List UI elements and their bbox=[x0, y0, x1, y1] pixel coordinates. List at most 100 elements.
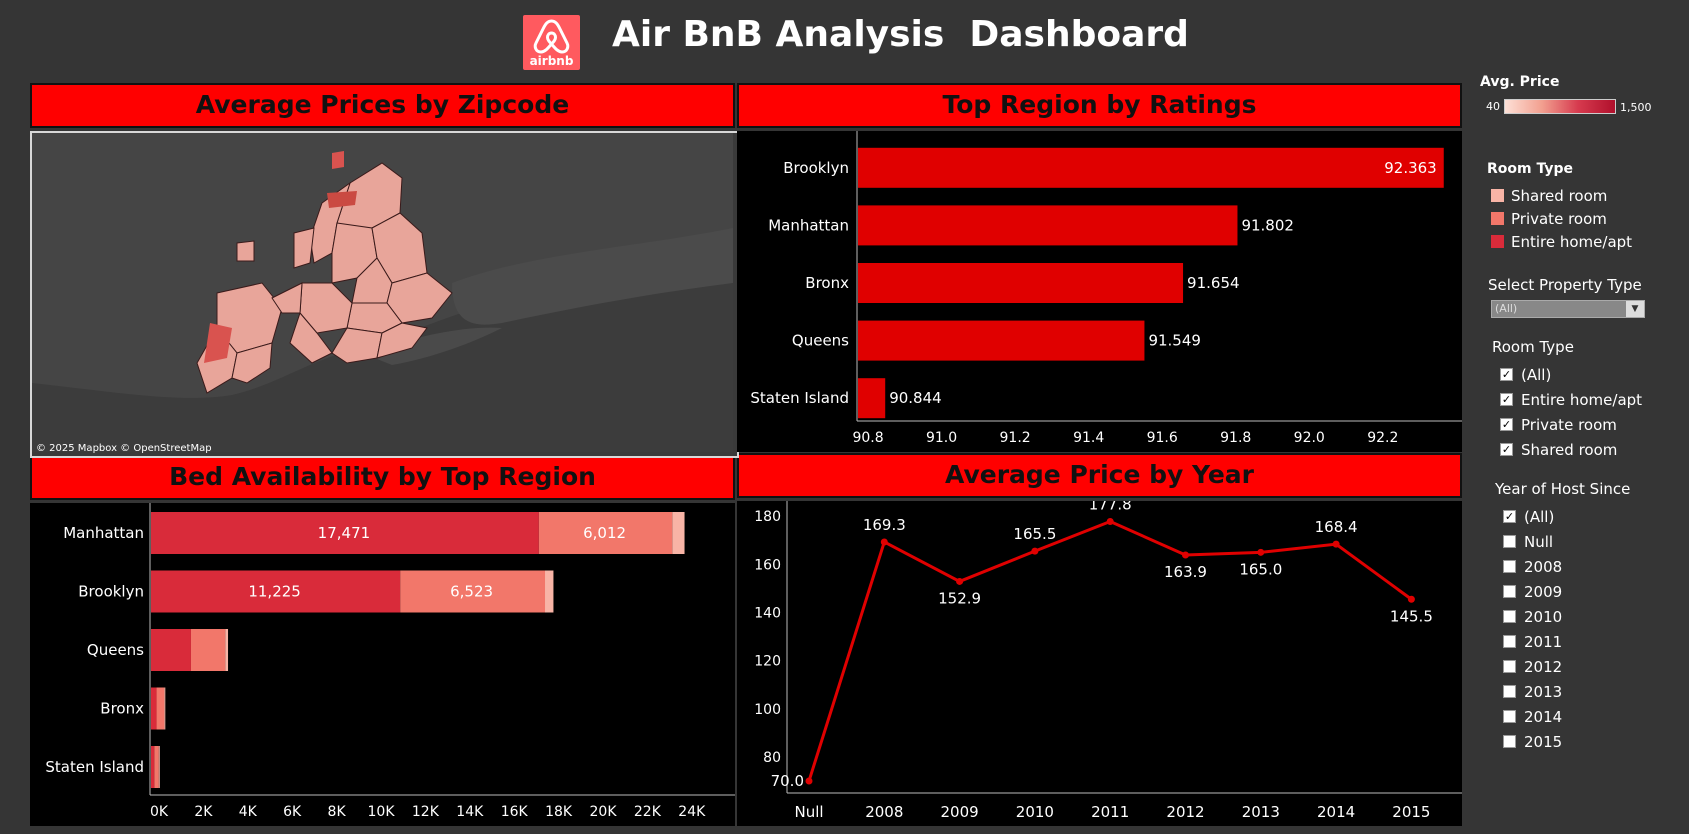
beds-bar-segment[interactable] bbox=[154, 746, 159, 788]
room-type-option[interactable]: ✓ Entire home/apt bbox=[1500, 387, 1642, 412]
room-type-option[interactable]: ✓ Private room bbox=[1500, 412, 1642, 437]
year-point[interactable] bbox=[1182, 551, 1189, 559]
map-attribution: © 2025 Mapbox © OpenStreetMap bbox=[36, 443, 212, 454]
checkbox[interactable]: ✓ bbox=[1500, 418, 1513, 431]
beds-x-tick: 4K bbox=[239, 804, 258, 820]
beds-bar-segment[interactable] bbox=[151, 746, 155, 788]
room-type-option-label: (All) bbox=[1521, 365, 1552, 384]
checkbox[interactable]: ✓ bbox=[1500, 443, 1513, 456]
room-filter-title: Room Type bbox=[1492, 338, 1574, 356]
beds-bar-segment[interactable] bbox=[672, 512, 685, 554]
room-type-option[interactable]: ✓ (All) bbox=[1500, 362, 1642, 387]
year-point[interactable] bbox=[1031, 547, 1039, 555]
year-option-label: 2012 bbox=[1524, 657, 1563, 676]
ratings-bar[interactable] bbox=[858, 147, 1444, 188]
checkbox[interactable] bbox=[1503, 535, 1516, 548]
ratings-category-label: Brooklyn bbox=[783, 159, 849, 177]
checkbox[interactable] bbox=[1503, 660, 1516, 673]
year-option[interactable]: 2012 bbox=[1503, 654, 1562, 679]
year-option[interactable]: ✓ (All) bbox=[1503, 504, 1562, 529]
year-price-line bbox=[807, 519, 1413, 782]
ratings-x-tick: 91.8 bbox=[1220, 430, 1251, 446]
beds-category-label: Manhattan bbox=[63, 524, 144, 542]
legend-shared-room[interactable]: Shared room bbox=[1491, 184, 1632, 207]
ratings-chart[interactable]: Brooklyn 92.363 Manhattan 91.802 Bronx 91.654… bbox=[737, 131, 1462, 452]
room-type-option[interactable]: ✓ Shared room bbox=[1500, 437, 1642, 462]
room-type-legend-title: Room Type bbox=[1487, 161, 1574, 177]
year-option[interactable]: 2011 bbox=[1503, 629, 1562, 654]
checkbox[interactable] bbox=[1503, 635, 1516, 648]
year-point[interactable] bbox=[880, 538, 888, 546]
beds-bar-segment[interactable] bbox=[156, 687, 165, 730]
checkbox[interactable] bbox=[1503, 735, 1516, 748]
year-point-label: 165.0 bbox=[1239, 560, 1282, 578]
checkbox[interactable] bbox=[1503, 560, 1516, 573]
year-option-label: 2015 bbox=[1524, 732, 1563, 751]
beds-chart-panel: Manhattan 17,471 6,012 Brooklyn 11,225 6,523 Q… bbox=[30, 503, 735, 826]
checkbox[interactable] bbox=[1503, 710, 1516, 723]
ratings-bar[interactable] bbox=[858, 205, 1238, 246]
year-option-label: 2014 bbox=[1524, 707, 1563, 726]
beds-bar-segment[interactable] bbox=[225, 629, 229, 671]
beds-bar-segment[interactable] bbox=[158, 746, 160, 788]
ratings-x-tick: 91.2 bbox=[1000, 430, 1031, 446]
swatch-shared bbox=[1491, 189, 1504, 202]
year-point[interactable] bbox=[1332, 540, 1340, 548]
airbnb-logo-icon bbox=[533, 19, 570, 54]
beds-value-label: 11,225 bbox=[248, 583, 301, 601]
legend-entire-home[interactable]: Entire home/apt bbox=[1491, 230, 1632, 253]
year-point[interactable] bbox=[1106, 518, 1114, 526]
year-option[interactable]: 2013 bbox=[1503, 679, 1562, 704]
beds-bar-segment[interactable] bbox=[151, 629, 191, 671]
beds-bar-segment[interactable] bbox=[164, 687, 166, 730]
year-point[interactable] bbox=[956, 577, 964, 585]
year-filter-title: Year of Host Since bbox=[1495, 480, 1631, 498]
year-chart[interactable]: 80 100 120 140 160 180 70.0 169.3 152.9 165.5 177.… bbox=[737, 496, 1462, 826]
chevron-down-icon[interactable]: ▼ bbox=[1626, 301, 1644, 317]
checkbox[interactable]: ✓ bbox=[1500, 393, 1513, 406]
checkbox[interactable]: ✓ bbox=[1500, 368, 1513, 381]
year-point[interactable] bbox=[805, 777, 813, 785]
beds-bar-segment[interactable] bbox=[545, 570, 554, 613]
ratings-category-label: Queens bbox=[792, 332, 849, 350]
year-option[interactable]: 2010 bbox=[1503, 604, 1562, 629]
legend-private-room[interactable]: Private room bbox=[1491, 207, 1632, 230]
beds-x-tick: 6K bbox=[283, 804, 302, 820]
ratings-bar[interactable] bbox=[858, 263, 1184, 303]
year-option[interactable]: 2008 bbox=[1503, 554, 1562, 579]
year-x-tick: 2009 bbox=[941, 803, 979, 821]
year-option[interactable]: 2015 bbox=[1503, 729, 1562, 754]
zipcode-price-map[interactable]: © 2025 Mapbox © OpenStreetMap bbox=[30, 131, 739, 458]
property-type-value: (All) bbox=[1495, 302, 1518, 315]
property-type-dropdown[interactable]: (All) ▼ bbox=[1491, 300, 1645, 318]
ratings-panel-title: Top Region by Ratings bbox=[737, 83, 1462, 128]
year-option[interactable]: Null bbox=[1503, 529, 1562, 554]
checkbox[interactable]: ✓ bbox=[1503, 510, 1516, 523]
beds-bar-segment[interactable] bbox=[190, 629, 226, 671]
checkbox[interactable] bbox=[1503, 685, 1516, 698]
year-option[interactable]: 2009 bbox=[1503, 579, 1562, 604]
checkbox[interactable] bbox=[1503, 610, 1516, 623]
room-type-option-label: Shared room bbox=[1521, 440, 1618, 459]
beds-chart[interactable]: Manhattan 17,471 6,012 Brooklyn 11,225 6,523 Q… bbox=[30, 503, 735, 826]
ratings-x-tick: 91.6 bbox=[1147, 430, 1178, 446]
ratings-bar[interactable] bbox=[858, 378, 886, 419]
swatch-entire bbox=[1491, 235, 1504, 248]
year-y-tick: 180 bbox=[754, 509, 781, 525]
year-x-tick: 2013 bbox=[1242, 803, 1280, 821]
year-point[interactable] bbox=[1407, 595, 1415, 603]
beds-bar-segment[interactable] bbox=[151, 687, 157, 730]
ratings-category-label: Bronx bbox=[805, 274, 849, 292]
ratings-bar[interactable] bbox=[858, 320, 1145, 361]
year-point[interactable] bbox=[1257, 548, 1265, 556]
ratings-chart-panel: Brooklyn 92.363 Manhattan 91.802 Bronx 91.654… bbox=[737, 131, 1462, 452]
checkbox[interactable] bbox=[1503, 585, 1516, 598]
ratings-value-label: 92.363 bbox=[1384, 159, 1437, 177]
ratings-x-tick: 90.8 bbox=[852, 430, 883, 446]
year-option[interactable]: 2014 bbox=[1503, 704, 1562, 729]
year-option-label: 2010 bbox=[1524, 607, 1563, 626]
map-canvas[interactable] bbox=[32, 133, 733, 452]
year-x-tick: Null bbox=[794, 803, 823, 821]
beds-category-label: Queens bbox=[87, 641, 144, 659]
year-y-tick: 160 bbox=[754, 557, 781, 573]
